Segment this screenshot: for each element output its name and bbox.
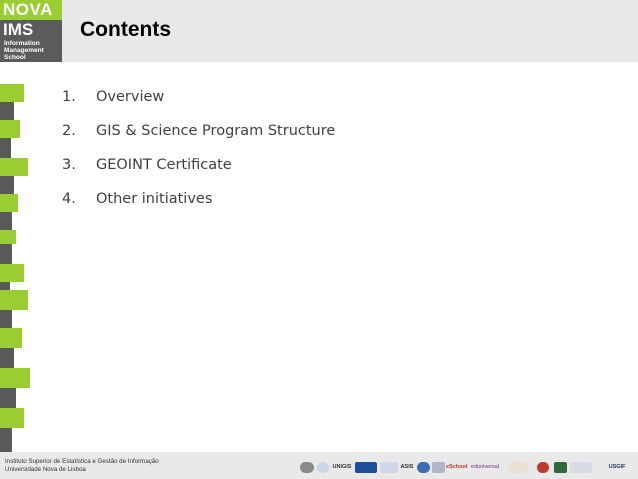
item-label: Overview	[96, 89, 165, 105]
item-label: GIS & Science Program Structure	[96, 123, 336, 139]
footer-institute: Instituto Superior de Estatística e Gest…	[5, 458, 159, 473]
header-band: NOVA IMS Information Management School C…	[0, 0, 638, 62]
partner-logo	[570, 462, 592, 473]
stripe	[0, 120, 20, 138]
stripe	[0, 408, 24, 428]
partner-logo-eschools: eSchools	[446, 464, 468, 470]
stripe	[0, 212, 12, 230]
list-item: 2. GIS & Science Program Structure	[62, 120, 335, 154]
stripe	[0, 388, 16, 408]
partner-logo	[432, 462, 445, 473]
contents-list: 1. Overview 2. GIS & Science Program Struc…	[62, 86, 335, 222]
stripe	[0, 176, 14, 194]
item-number: 2.	[62, 123, 76, 139]
item-number: 4.	[62, 191, 76, 207]
item-label: GEOINT Certificate	[96, 157, 232, 173]
list-item: 3. GEOINT Certificate	[62, 154, 335, 188]
partner-logo-unigis: UNIGIS	[332, 464, 352, 470]
partner-logo	[300, 462, 314, 473]
partner-logo	[554, 462, 567, 473]
stripe	[0, 290, 28, 310]
partner-logo	[508, 462, 528, 473]
partner-logo	[380, 462, 398, 473]
logo-ims-block: IMS Information Management School	[0, 20, 62, 62]
stripe	[0, 158, 28, 176]
partner-logo	[355, 462, 377, 473]
stripe	[0, 282, 10, 290]
stripe	[0, 244, 12, 264]
footer-band: Instituto Superior de Estatística e Gest…	[0, 452, 638, 479]
stripe	[0, 310, 12, 328]
logo-nova-text: NOVA	[0, 0, 62, 20]
item-number: 3.	[62, 157, 76, 173]
stripe	[0, 230, 16, 244]
stripe	[0, 348, 14, 368]
item-label: Other initiatives	[96, 191, 213, 207]
partner-logo	[417, 462, 430, 473]
logo-school-text: Information Management School	[4, 40, 44, 61]
stripe	[0, 264, 24, 282]
stripe	[0, 84, 24, 102]
partner-logo-asis: ASIS	[400, 464, 414, 470]
partner-logo	[537, 462, 549, 473]
list-item: 1. Overview	[62, 86, 335, 120]
slide-title: Contents	[80, 18, 171, 41]
logo-ims-text: IMS	[3, 20, 34, 39]
stripe	[0, 368, 30, 388]
stripe	[0, 194, 18, 212]
partner-logo-eduniversal: eduniversal	[470, 464, 500, 470]
stripe	[0, 138, 11, 158]
stripe	[0, 428, 12, 452]
item-number: 1.	[62, 89, 76, 105]
nova-ims-logo: NOVA IMS Information Management School	[0, 0, 62, 62]
partner-logo	[317, 462, 329, 473]
stripe	[0, 102, 14, 120]
stripe	[0, 328, 22, 348]
list-item: 4. Other initiatives	[62, 188, 335, 222]
partner-logo-usgif: USGIF	[608, 464, 626, 470]
